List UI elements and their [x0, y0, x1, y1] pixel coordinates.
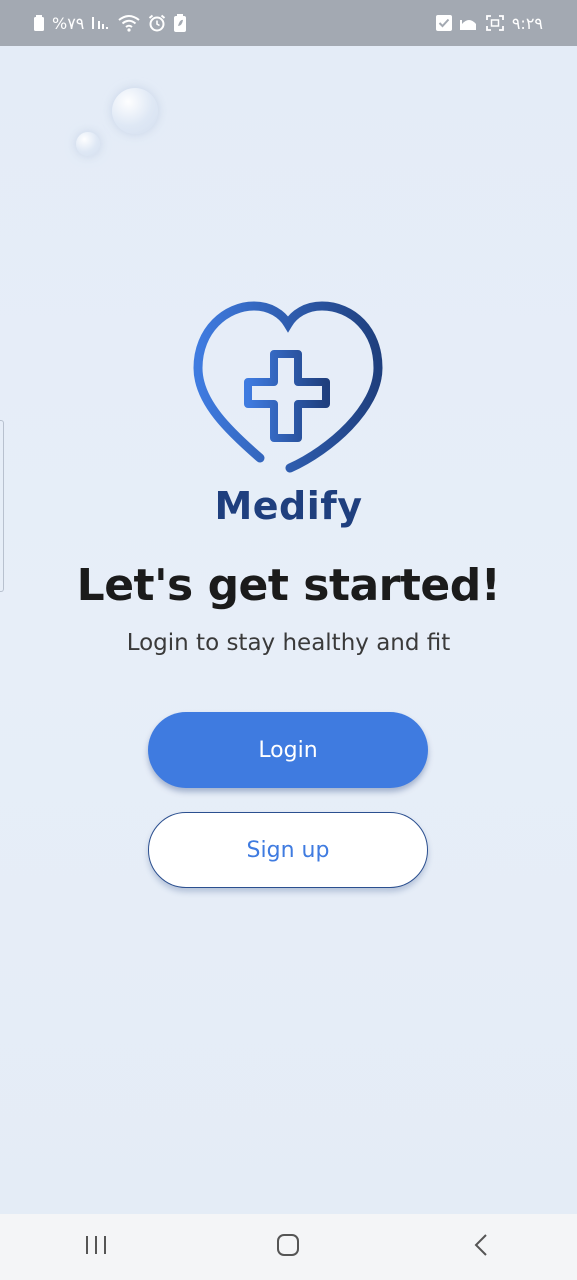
checkbox-notification-icon: [435, 15, 452, 31]
status-right: ۹:۲۹: [435, 13, 543, 33]
status-left: %۷۹: [34, 13, 187, 33]
recents-button[interactable]: [66, 1222, 126, 1272]
system-nav-bar: [0, 1214, 577, 1280]
wifi-icon: [118, 14, 141, 32]
decorative-bubble: [112, 88, 158, 134]
status-bar: %۷۹ ۹:۲۹: [0, 0, 577, 46]
back-icon: [473, 1233, 489, 1261]
battery-icon: [34, 15, 44, 31]
home-button[interactable]: [258, 1222, 318, 1272]
page-title: Let's get started!: [76, 560, 501, 611]
back-button[interactable]: [451, 1222, 511, 1272]
login-button[interactable]: Login: [148, 712, 428, 788]
page-subtitle: Login to stay healthy and fit: [126, 630, 451, 656]
mosque-icon: [459, 16, 478, 30]
signup-button[interactable]: Sign up: [148, 812, 428, 888]
welcome-screen: %۷۹ ۹:۲۹ Medify Let's get started! Login…: [0, 0, 577, 1280]
recents-icon: [84, 1234, 108, 1260]
home-icon: [276, 1233, 300, 1261]
status-time: ۹:۲۹: [511, 13, 543, 33]
battery-percentage: %۷۹: [52, 13, 85, 33]
decorative-bubble: [76, 132, 100, 156]
signal-icon: [92, 15, 110, 31]
brand-name: Medify: [214, 484, 363, 528]
saver-icon: [174, 14, 187, 32]
alarm-icon: [148, 14, 166, 32]
screenshot-icon: [485, 15, 504, 31]
medify-logo-icon: [190, 300, 386, 476]
